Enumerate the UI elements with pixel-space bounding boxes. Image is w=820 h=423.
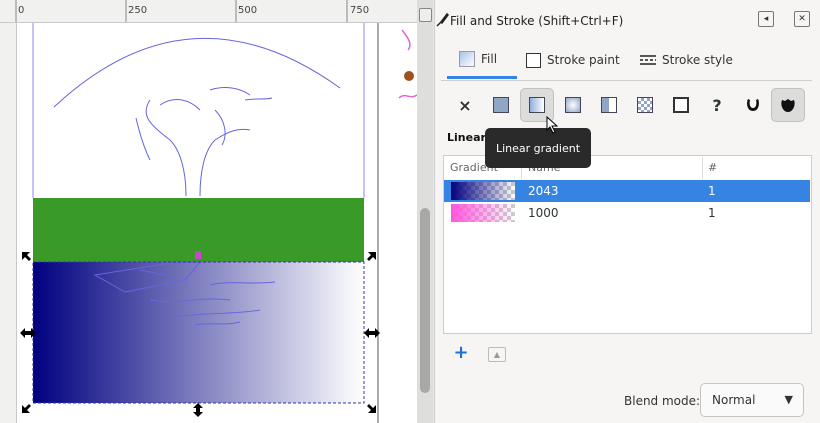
fill-rule-evenodd-button[interactable] — [736, 88, 770, 122]
tab-stroke-style[interactable]: Stroke style — [640, 42, 733, 78]
radial-gradient-icon — [565, 97, 581, 113]
gradient-name: 2043 — [528, 184, 559, 198]
tab-fill[interactable]: Fill — [447, 42, 517, 79]
artwork — [20, 22, 417, 423]
drawing-canvas[interactable] — [0, 22, 417, 423]
ruler-ticks — [15, 0, 348, 22]
no-paint-icon: × — [458, 95, 472, 115]
linear-gradient-icon — [529, 97, 545, 113]
stroke-paint-icon — [526, 52, 541, 68]
mesh-gradient-icon — [601, 97, 617, 113]
flat-color-button[interactable] — [484, 88, 518, 122]
scrollbar-thumb[interactable] — [420, 208, 430, 393]
fill-swatch-icon — [459, 51, 475, 67]
tab-label: Stroke paint — [547, 53, 620, 67]
dock-toggle-icon[interactable]: ◂ — [758, 11, 774, 27]
tab-label: Fill — [481, 52, 498, 66]
column-header-count[interactable]: # — [708, 156, 717, 180]
paint-brush-icon — [436, 12, 449, 27]
tab-label: Stroke style — [662, 53, 733, 67]
flat-color-icon — [493, 97, 509, 113]
mouse-cursor-icon — [546, 116, 559, 134]
gradient-name: 1000 — [528, 206, 559, 220]
add-gradient-button[interactable]: + — [453, 344, 469, 362]
tab-divider — [441, 80, 812, 81]
blend-mode-select[interactable]: Normal ▼ — [700, 383, 804, 417]
swatch-icon — [673, 97, 689, 113]
fill-rule-nonzero-icon — [781, 99, 795, 112]
tab-bar: Fill Stroke paint Stroke style — [441, 42, 812, 80]
remove-gradient-button[interactable]: ▲ — [488, 347, 506, 362]
table-row[interactable]: 1000 1 — [444, 202, 810, 224]
gradient-preview — [451, 204, 515, 222]
horizontal-ruler: 0 250 500 750 — [0, 0, 417, 23]
stroke-style-icon — [640, 55, 656, 65]
no-paint-button[interactable]: × — [448, 88, 482, 122]
gradient-usage-count: 1 — [708, 206, 716, 220]
blend-mode-label: Blend mode: — [624, 394, 701, 408]
unset-paint-button[interactable]: ? — [700, 88, 734, 122]
mesh-gradient-button[interactable] — [592, 88, 626, 122]
gradient-usage-count: 1 — [708, 184, 716, 198]
unset-paint-icon: ? — [712, 95, 722, 115]
pattern-button[interactable] — [628, 88, 662, 122]
lock-guides-icon[interactable] — [419, 8, 432, 22]
fill-rule-evenodd-icon — [747, 99, 759, 111]
pattern-icon — [637, 97, 653, 113]
dialog-title: Fill and Stroke (Shift+Ctrl+F) — [450, 14, 624, 28]
swatch-button[interactable] — [664, 88, 698, 122]
vertical-ruler — [0, 22, 17, 423]
tab-stroke-paint[interactable]: Stroke paint — [526, 42, 620, 78]
tooltip: Linear gradient — [485, 128, 591, 168]
fill-rule-nonzero-button[interactable] — [771, 88, 805, 122]
blend-mode-value: Normal — [712, 393, 756, 407]
column-divider — [702, 157, 703, 179]
table-row[interactable]: 2043 1 — [444, 180, 810, 202]
chevron-down-icon: ▼ — [784, 393, 793, 406]
radial-gradient-button[interactable] — [556, 88, 590, 122]
close-icon[interactable]: ✕ — [794, 11, 810, 27]
gradient-preview — [451, 182, 515, 200]
